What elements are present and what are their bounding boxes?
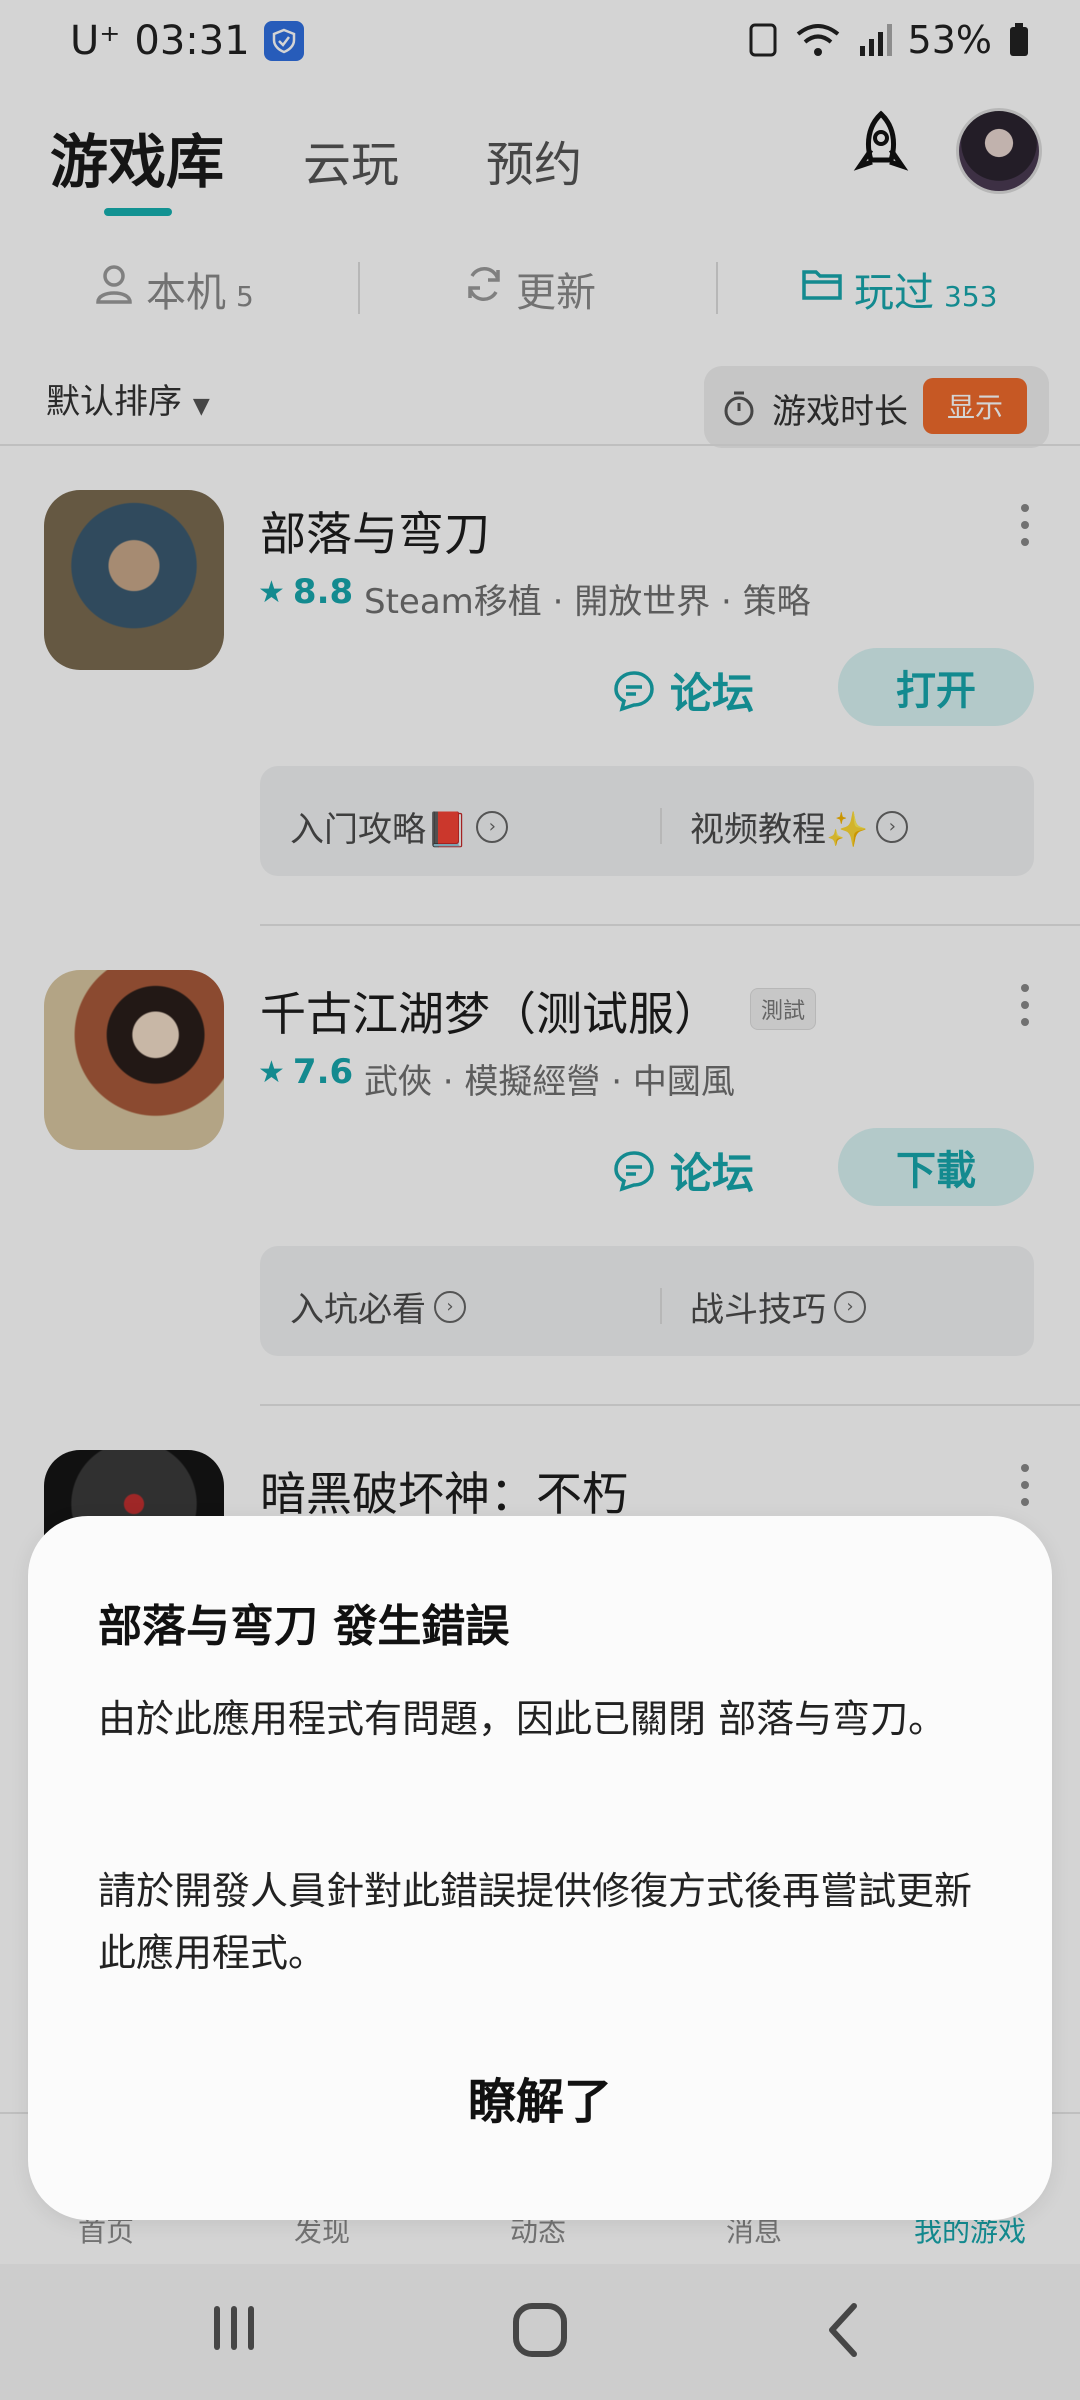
dialog-message: 由於此應用程式有問題，因此已關閉 部落与弯刀。 (98, 1697, 947, 1741)
dialog-title: 部落与弯刀 發生錯誤 (98, 1601, 510, 1652)
dialog-confirm-button[interactable]: 瞭解了 (28, 2062, 1052, 2142)
dialog-message-secondary: 請於開發人員針對此錯誤提供修復方式後再嘗試更新此應用程式。 (98, 1869, 973, 1975)
